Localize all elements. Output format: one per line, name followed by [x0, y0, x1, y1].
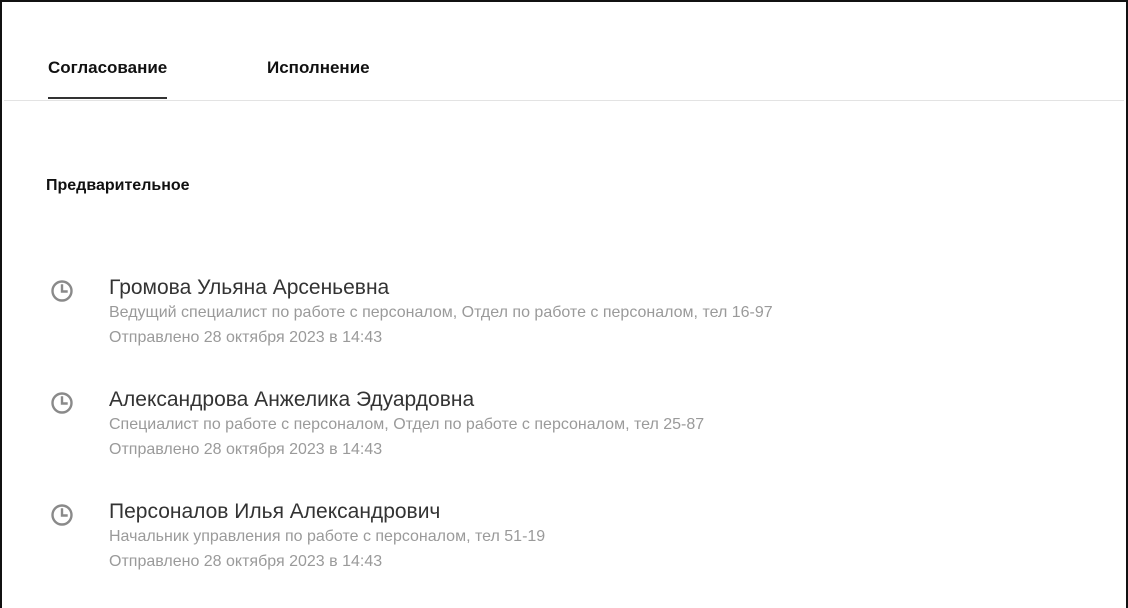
- approver-role: Начальник управления по работе с персона…: [109, 528, 546, 545]
- approver-name: Персоналов Илья Александрович: [109, 500, 441, 523]
- panel-frame: Согласование Исполнение Предварительное …: [0, 0, 1128, 608]
- clock-icon: [51, 392, 73, 414]
- tab-approval[interactable]: Согласование: [48, 58, 168, 99]
- section-title: Предварительное: [46, 177, 190, 194]
- approver-name: Громова Ульяна Арсеньевна: [109, 276, 390, 299]
- tab-execution[interactable]: Исполнение: [267, 58, 370, 78]
- approver-name: Александрова Анжелика Эдуардовна: [109, 388, 475, 411]
- clock-icon: [51, 504, 73, 526]
- tab-bar: Согласование Исполнение: [4, 4, 1124, 101]
- approver-sent-time: Отправлено 28 октября 2023 в 14:43: [109, 441, 383, 458]
- approver-role: Специалист по работе с персоналом, Отдел…: [109, 416, 705, 433]
- approver-role: Ведущий специалист по работе с персонало…: [109, 304, 773, 321]
- clock-icon: [51, 280, 73, 302]
- approver-sent-time: Отправлено 28 октября 2023 в 14:43: [109, 329, 383, 346]
- approver-sent-time: Отправлено 28 октября 2023 в 14:43: [109, 553, 383, 570]
